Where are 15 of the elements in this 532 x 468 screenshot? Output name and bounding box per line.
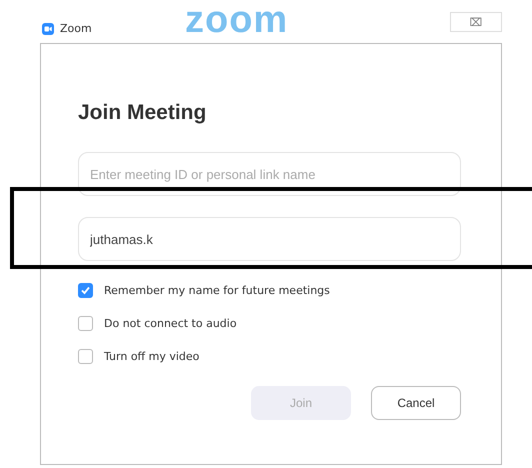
meeting-id-field[interactable]: Enter meeting ID or personal link name (78, 152, 461, 196)
checkbox-label: Do not connect to audio (104, 317, 237, 330)
checkbox[interactable] (78, 349, 93, 364)
checkbox-label: Turn off my video (104, 350, 200, 363)
close-button[interactable]: ⌧ (450, 12, 502, 32)
check-icon (80, 285, 91, 296)
app-icon (42, 23, 54, 35)
checkbox-label: Remember my name for future meetings (104, 284, 330, 297)
checkbox[interactable] (78, 283, 93, 298)
window-title: Zoom (60, 22, 92, 35)
checkbox[interactable] (78, 316, 93, 331)
dialog-heading: Join Meeting (78, 101, 208, 125)
name-field[interactable]: juthamas.k (78, 217, 461, 261)
zoom-logo: zoom (185, 0, 288, 42)
cancel-button[interactable]: Cancel (371, 386, 461, 420)
